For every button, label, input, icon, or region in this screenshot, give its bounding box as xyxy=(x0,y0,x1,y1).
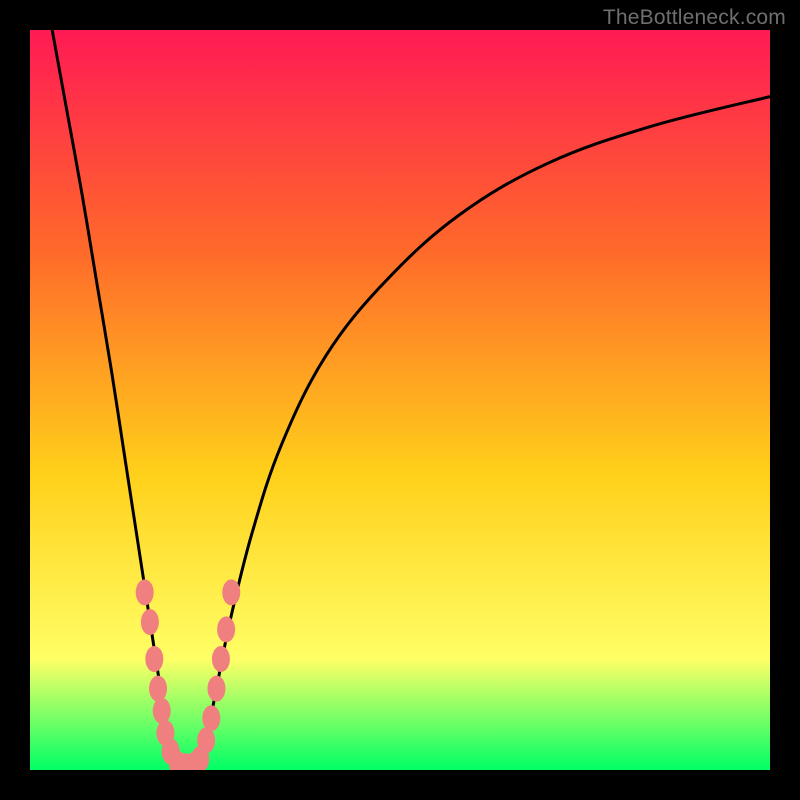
marker-point xyxy=(141,609,159,635)
curve-right-branch xyxy=(200,97,770,770)
marker-point xyxy=(222,579,240,605)
marker-point xyxy=(153,698,171,724)
watermark-text: TheBottleneck.com xyxy=(603,6,786,30)
marker-point xyxy=(212,646,230,672)
marker-point xyxy=(207,676,225,702)
marker-point xyxy=(149,676,167,702)
curves-layer xyxy=(30,30,770,770)
plot-area xyxy=(30,30,770,770)
outer-frame: TheBottleneck.com xyxy=(0,0,800,800)
marker-point xyxy=(136,579,154,605)
markers-group xyxy=(136,579,241,770)
marker-point xyxy=(217,616,235,642)
marker-point xyxy=(202,705,220,731)
marker-point xyxy=(145,646,163,672)
marker-point xyxy=(197,727,215,753)
